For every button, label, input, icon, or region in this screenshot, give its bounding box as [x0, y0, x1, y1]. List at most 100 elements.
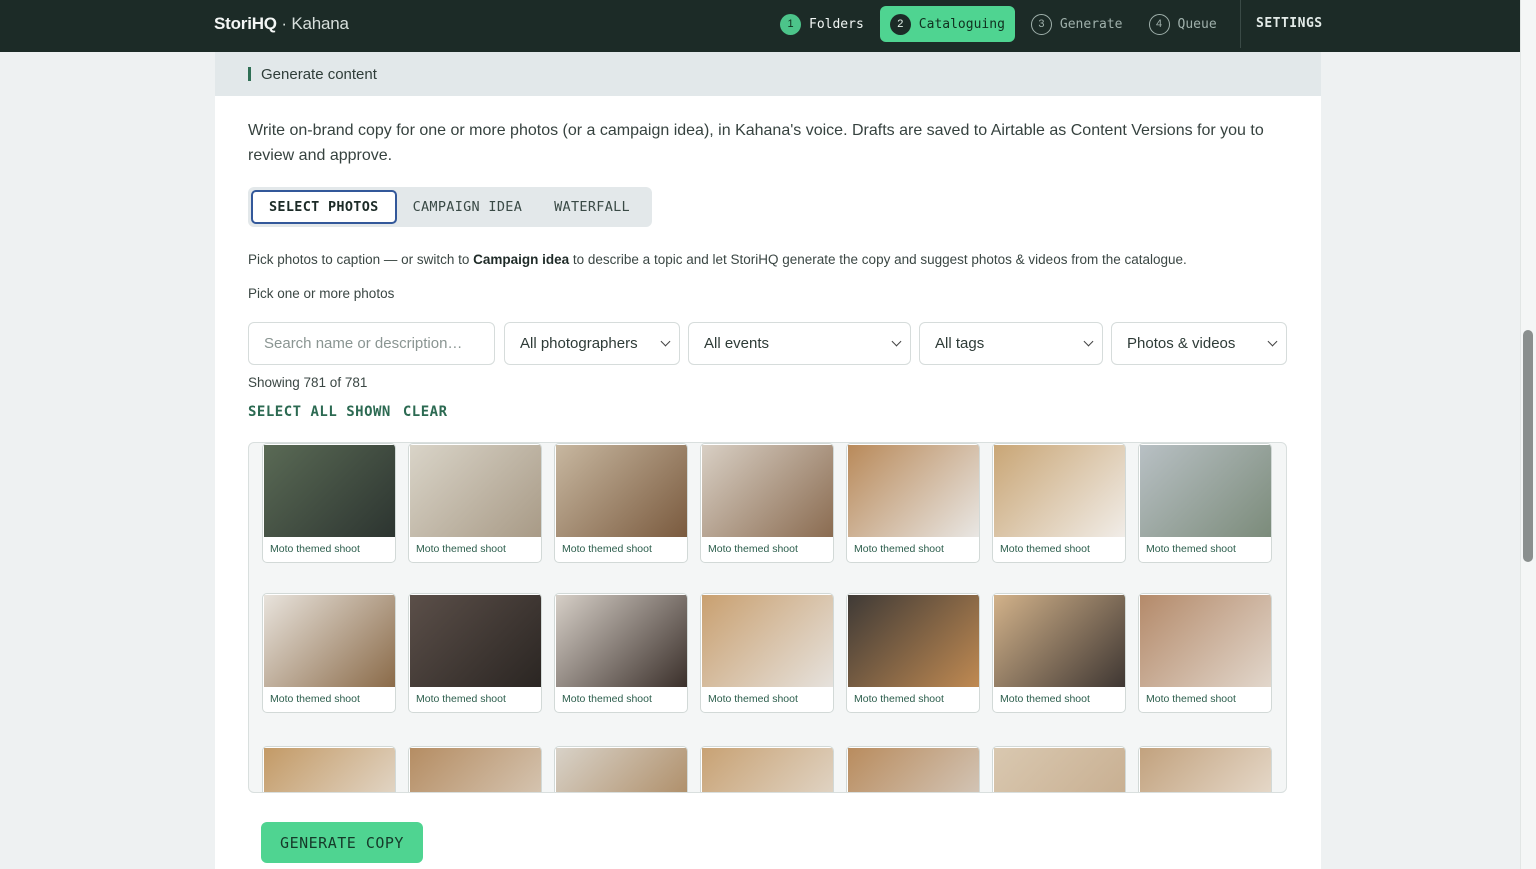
photo-caption: Moto themed shoot: [1000, 693, 1090, 705]
photo-tile[interactable]: Moto themed shoot: [408, 443, 542, 563]
step-cataloguing[interactable]: 2 Cataloguing: [879, 6, 1015, 42]
photo-tile[interactable]: Moto themed shoot: [846, 593, 980, 713]
nav-divider: [1240, 0, 1241, 48]
step-number-badge: 2: [889, 13, 911, 35]
help-text: Pick photos to caption — or switch to Ca…: [248, 252, 1187, 267]
photo-tile[interactable]: [700, 746, 834, 792]
app-brand[interactable]: StoriHQ · Kahana: [214, 14, 349, 34]
photo-tile[interactable]: Moto themed shoot: [262, 443, 396, 563]
chevron-down-icon: [1267, 336, 1278, 347]
tag-select[interactable]: All tags: [919, 322, 1103, 365]
photo-thumbnail: [556, 748, 687, 792]
intro-text: Write on-brand copy for one or more phot…: [248, 122, 1264, 164]
photo-tile[interactable]: [846, 746, 980, 792]
photo-tile[interactable]: Moto themed shoot: [262, 593, 396, 713]
photo-tile[interactable]: Moto themed shoot: [846, 443, 980, 563]
photo-tile[interactable]: Moto themed shoot: [700, 593, 834, 713]
photo-tile[interactable]: [1138, 746, 1272, 792]
page-scrollbar[interactable]: [1520, 0, 1536, 869]
step-label: Queue: [1177, 16, 1217, 32]
photo-tile[interactable]: [992, 746, 1126, 792]
workflow-steps: 1 Folders 2 Cataloguing 3 Generate 4 Queue: [770, 6, 1233, 42]
photo-caption: Moto themed shoot: [270, 543, 360, 555]
event-select-value: All events: [704, 335, 770, 352]
photo-tile[interactable]: [262, 746, 396, 792]
brand-separator: ·: [276, 14, 292, 33]
photographer-select[interactable]: All photographers: [504, 322, 680, 365]
step-number-badge: 4: [1148, 13, 1170, 35]
help-text-post: to describe a topic and let StoriHQ gene…: [569, 252, 1187, 267]
photo-tile[interactable]: [554, 746, 688, 792]
photo-tile[interactable]: Moto themed shoot: [700, 443, 834, 563]
photo-thumbnail: [264, 445, 395, 537]
mode-select-photos[interactable]: SELECT PHOTOS: [251, 190, 397, 224]
photo-caption: Moto themed shoot: [416, 693, 506, 705]
photo-thumbnail: [410, 748, 541, 792]
photographer-select-value: All photographers: [520, 335, 638, 352]
photo-thumbnail: [264, 748, 395, 792]
clear-selection-link[interactable]: CLEAR: [403, 404, 448, 420]
photo-tile[interactable]: Moto themed shoot: [408, 593, 542, 713]
media-type-select[interactable]: Photos & videos: [1111, 322, 1287, 365]
photo-tile[interactable]: Moto themed shoot: [992, 443, 1126, 563]
photo-thumbnail: [848, 595, 979, 687]
photo-thumbnail: [848, 445, 979, 537]
mode-waterfall[interactable]: WATERFALL: [538, 190, 646, 224]
photo-tile[interactable]: Moto themed shoot: [1138, 443, 1272, 563]
step-number-badge: 1: [780, 13, 801, 35]
photo-caption: Moto themed shoot: [708, 543, 798, 555]
help-text-pre: Pick photos to caption — or switch to: [248, 252, 474, 267]
photo-caption: Moto themed shoot: [562, 543, 652, 555]
photo-tile[interactable]: Moto themed shoot: [554, 593, 688, 713]
photo-thumbnail: [702, 748, 833, 792]
pick-photos-label: Pick one or more photos: [248, 286, 395, 301]
tag-select-value: All tags: [935, 335, 985, 352]
photo-grid[interactable]: Moto themed shoot Moto themed shoot Moto t…: [248, 442, 1287, 793]
photo-thumbnail: [1140, 748, 1271, 792]
photo-caption: Moto themed shoot: [854, 543, 944, 555]
generate-content-card: Generate content Write on-brand copy for…: [215, 52, 1321, 869]
scrollbar-thumb[interactable]: [1523, 330, 1533, 562]
photo-thumbnail: [702, 595, 833, 687]
photo-thumbnail: [994, 595, 1125, 687]
photo-thumbnail: [264, 595, 395, 687]
section-header: Generate content: [215, 52, 1321, 96]
photo-tile[interactable]: Moto themed shoot: [992, 593, 1126, 713]
photo-thumbnail: [1140, 595, 1271, 687]
settings-link[interactable]: SETTINGS: [1256, 16, 1323, 31]
chevron-down-icon: [891, 336, 902, 347]
brand-name: StoriHQ: [214, 14, 277, 33]
photo-caption: Moto themed shoot: [1000, 543, 1090, 555]
result-count: Showing 781 of 781: [248, 375, 368, 390]
photo-caption: Moto themed shoot: [416, 543, 506, 555]
section-title: Generate content: [261, 65, 377, 83]
step-label: Folders: [809, 16, 864, 32]
step-generate[interactable]: 3 Generate: [1021, 6, 1133, 42]
photo-caption: Moto themed shoot: [1146, 693, 1236, 705]
photo-thumbnail: [410, 595, 541, 687]
step-label: Cataloguing: [918, 16, 1005, 32]
photo-thumbnail: [994, 748, 1125, 792]
photo-caption: Moto themed shoot: [562, 693, 652, 705]
brand-client: Kahana: [291, 14, 349, 33]
chevron-down-icon: [660, 336, 671, 347]
step-queue[interactable]: 4 Queue: [1139, 6, 1227, 42]
help-text-campaign-idea: Campaign idea: [473, 252, 570, 267]
photo-tile[interactable]: [408, 746, 542, 792]
select-all-shown-link[interactable]: SELECT ALL SHOWN: [248, 404, 391, 420]
photo-thumbnail: [1140, 445, 1271, 537]
event-select[interactable]: All events: [688, 322, 911, 365]
photo-caption: Moto themed shoot: [708, 693, 798, 705]
search-input[interactable]: Search name or description…: [248, 322, 495, 365]
mode-switch: SELECT PHOTOS CAMPAIGN IDEA WATERFALL: [248, 187, 652, 227]
photo-caption: Moto themed shoot: [270, 693, 360, 705]
mode-campaign-idea[interactable]: CAMPAIGN IDEA: [397, 190, 539, 224]
selection-actions: SELECT ALL SHOWN CLEAR: [248, 404, 460, 420]
media-type-select-value: Photos & videos: [1127, 335, 1236, 352]
photo-tile[interactable]: Moto themed shoot: [554, 443, 688, 563]
step-folders[interactable]: 1 Folders: [770, 6, 874, 42]
photo-thumbnail: [848, 748, 979, 792]
generate-copy-button[interactable]: GENERATE COPY: [261, 822, 423, 863]
photo-thumbnail: [994, 445, 1125, 537]
photo-tile[interactable]: Moto themed shoot: [1138, 593, 1272, 713]
